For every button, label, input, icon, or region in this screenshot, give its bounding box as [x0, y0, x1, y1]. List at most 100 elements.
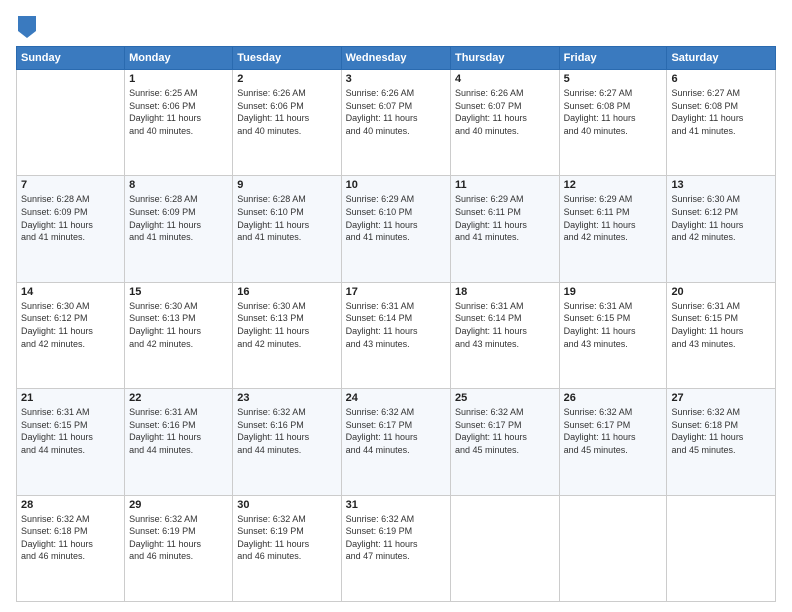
day-number: 9 [237, 179, 336, 191]
day-detail: Sunrise: 6:32 AMSunset: 6:19 PMDaylight:… [237, 513, 336, 563]
weekday-header-monday: Monday [125, 47, 233, 70]
day-detail: Sunrise: 6:28 AMSunset: 6:09 PMDaylight:… [129, 193, 228, 243]
weekday-header-friday: Friday [559, 47, 667, 70]
day-detail: Sunrise: 6:32 AMSunset: 6:17 PMDaylight:… [564, 406, 663, 456]
day-detail: Sunrise: 6:27 AMSunset: 6:08 PMDaylight:… [564, 87, 663, 137]
day-number: 7 [21, 179, 120, 191]
day-detail: Sunrise: 6:31 AMSunset: 6:16 PMDaylight:… [129, 406, 228, 456]
calendar-cell: 31 Sunrise: 6:32 AMSunset: 6:19 PMDayligh… [341, 495, 450, 601]
weekday-header-row: SundayMondayTuesdayWednesdayThursdayFrid… [17, 47, 776, 70]
day-number: 8 [129, 179, 228, 191]
day-detail: Sunrise: 6:32 AMSunset: 6:17 PMDaylight:… [346, 406, 446, 456]
day-detail: Sunrise: 6:27 AMSunset: 6:08 PMDaylight:… [671, 87, 771, 137]
day-number: 23 [237, 392, 336, 404]
day-detail: Sunrise: 6:29 AMSunset: 6:10 PMDaylight:… [346, 193, 446, 243]
day-number: 17 [346, 286, 446, 298]
day-number: 26 [564, 392, 663, 404]
calendar-cell: 8 Sunrise: 6:28 AMSunset: 6:09 PMDaylight… [125, 176, 233, 282]
calendar-cell: 6Sunrise: 6:27 AMSunset: 6:08 PMDaylight… [667, 70, 776, 176]
day-number: 18 [455, 286, 555, 298]
day-detail: Sunrise: 6:25 AMSunset: 6:06 PMDaylight:… [129, 87, 228, 137]
calendar-cell: 11 Sunrise: 6:29 AMSunset: 6:11 PMDayligh… [450, 176, 559, 282]
calendar-week-2: 7 Sunrise: 6:28 AMSunset: 6:09 PMDaylight… [17, 176, 776, 282]
logo-text [16, 16, 36, 38]
day-number: 15 [129, 286, 228, 298]
calendar-cell: 3 Sunrise: 6:26 AMSunset: 6:07 PMDaylight… [341, 70, 450, 176]
day-number: 5 [564, 73, 663, 85]
day-detail: Sunrise: 6:26 AMSunset: 6:07 PMDaylight:… [455, 87, 555, 137]
calendar-cell: 26 Sunrise: 6:32 AMSunset: 6:17 PMDayligh… [559, 389, 667, 495]
day-detail: Sunrise: 6:31 AMSunset: 6:15 PMDaylight:… [564, 300, 663, 350]
day-number: 20 [671, 286, 771, 298]
calendar-cell: 7 Sunrise: 6:28 AMSunset: 6:09 PMDaylight… [17, 176, 125, 282]
day-number: 14 [21, 286, 120, 298]
calendar-cell: 16 Sunrise: 6:30 AMSunset: 6:13 PMDayligh… [233, 282, 341, 388]
calendar-table: SundayMondayTuesdayWednesdayThursdayFrid… [16, 46, 776, 602]
day-detail: Sunrise: 6:32 AMSunset: 6:19 PMDaylight:… [129, 513, 228, 563]
calendar-cell [667, 495, 776, 601]
day-number: 1 [129, 73, 228, 85]
calendar-cell: 2 Sunrise: 6:26 AMSunset: 6:06 PMDaylight… [233, 70, 341, 176]
weekday-header-saturday: Saturday [667, 47, 776, 70]
day-detail: Sunrise: 6:32 AMSunset: 6:16 PMDaylight:… [237, 406, 336, 456]
day-number: 11 [455, 179, 555, 191]
calendar-cell: 1 Sunrise: 6:25 AMSunset: 6:06 PMDaylight… [125, 70, 233, 176]
logo [16, 16, 36, 38]
calendar-cell: 27Sunrise: 6:32 AMSunset: 6:18 PMDayligh… [667, 389, 776, 495]
calendar-cell: 13 Sunrise: 6:30 AMSunset: 6:12 PMDayligh… [667, 176, 776, 282]
calendar-cell: 5 Sunrise: 6:27 AMSunset: 6:08 PMDaylight… [559, 70, 667, 176]
calendar-cell: 9 Sunrise: 6:28 AMSunset: 6:10 PMDaylight… [233, 176, 341, 282]
day-number: 4 [455, 73, 555, 85]
calendar-cell: 15 Sunrise: 6:30 AMSunset: 6:13 PMDayligh… [125, 282, 233, 388]
day-number: 24 [346, 392, 446, 404]
calendar-week-4: 21Sunrise: 6:31 AMSunset: 6:15 PMDayligh… [17, 389, 776, 495]
calendar-week-3: 14Sunrise: 6:30 AMSunset: 6:12 PMDayligh… [17, 282, 776, 388]
day-number: 27 [671, 392, 771, 404]
day-detail: Sunrise: 6:30 AMSunset: 6:13 PMDaylight:… [129, 300, 228, 350]
day-number: 21 [21, 392, 120, 404]
header [16, 16, 776, 38]
calendar-cell: 28 Sunrise: 6:32 AMSunset: 6:18 PMDayligh… [17, 495, 125, 601]
calendar-cell: 21Sunrise: 6:31 AMSunset: 6:15 PMDayligh… [17, 389, 125, 495]
day-detail: Sunrise: 6:26 AMSunset: 6:07 PMDaylight:… [346, 87, 446, 137]
calendar-week-5: 28 Sunrise: 6:32 AMSunset: 6:18 PMDayligh… [17, 495, 776, 601]
weekday-header-thursday: Thursday [450, 47, 559, 70]
day-number: 31 [346, 499, 446, 511]
calendar-cell [559, 495, 667, 601]
day-number: 22 [129, 392, 228, 404]
calendar-cell [17, 70, 125, 176]
day-detail: Sunrise: 6:30 AMSunset: 6:12 PMDaylight:… [671, 193, 771, 243]
day-detail: Sunrise: 6:32 AMSunset: 6:18 PMDaylight:… [21, 513, 120, 563]
day-number: 13 [671, 179, 771, 191]
day-number: 25 [455, 392, 555, 404]
day-detail: Sunrise: 6:28 AMSunset: 6:09 PMDaylight:… [21, 193, 120, 243]
weekday-header-sunday: Sunday [17, 47, 125, 70]
day-detail: Sunrise: 6:30 AMSunset: 6:13 PMDaylight:… [237, 300, 336, 350]
day-number: 2 [237, 73, 336, 85]
day-detail: Sunrise: 6:29 AMSunset: 6:11 PMDaylight:… [564, 193, 663, 243]
calendar-cell: 18 Sunrise: 6:31 AMSunset: 6:14 PMDayligh… [450, 282, 559, 388]
calendar-cell: 14Sunrise: 6:30 AMSunset: 6:12 PMDayligh… [17, 282, 125, 388]
day-number: 16 [237, 286, 336, 298]
day-detail: Sunrise: 6:29 AMSunset: 6:11 PMDaylight:… [455, 193, 555, 243]
day-number: 3 [346, 73, 446, 85]
calendar-cell: 24 Sunrise: 6:32 AMSunset: 6:17 PMDayligh… [341, 389, 450, 495]
calendar-cell: 30 Sunrise: 6:32 AMSunset: 6:19 PMDayligh… [233, 495, 341, 601]
logo-icon [18, 16, 36, 38]
day-detail: Sunrise: 6:28 AMSunset: 6:10 PMDaylight:… [237, 193, 336, 243]
day-detail: Sunrise: 6:31 AMSunset: 6:14 PMDaylight:… [455, 300, 555, 350]
calendar-cell: 25Sunrise: 6:32 AMSunset: 6:17 PMDayligh… [450, 389, 559, 495]
day-detail: Sunrise: 6:26 AMSunset: 6:06 PMDaylight:… [237, 87, 336, 137]
calendar-cell: 29Sunrise: 6:32 AMSunset: 6:19 PMDayligh… [125, 495, 233, 601]
day-number: 19 [564, 286, 663, 298]
calendar-week-1: 1 Sunrise: 6:25 AMSunset: 6:06 PMDaylight… [17, 70, 776, 176]
calendar-cell: 20 Sunrise: 6:31 AMSunset: 6:15 PMDayligh… [667, 282, 776, 388]
day-number: 30 [237, 499, 336, 511]
calendar-cell: 17 Sunrise: 6:31 AMSunset: 6:14 PMDayligh… [341, 282, 450, 388]
day-detail: Sunrise: 6:32 AMSunset: 6:19 PMDaylight:… [346, 513, 446, 563]
weekday-header-wednesday: Wednesday [341, 47, 450, 70]
calendar-cell: 12Sunrise: 6:29 AMSunset: 6:11 PMDayligh… [559, 176, 667, 282]
day-detail: Sunrise: 6:31 AMSunset: 6:14 PMDaylight:… [346, 300, 446, 350]
day-number: 28 [21, 499, 120, 511]
day-detail: Sunrise: 6:31 AMSunset: 6:15 PMDaylight:… [671, 300, 771, 350]
